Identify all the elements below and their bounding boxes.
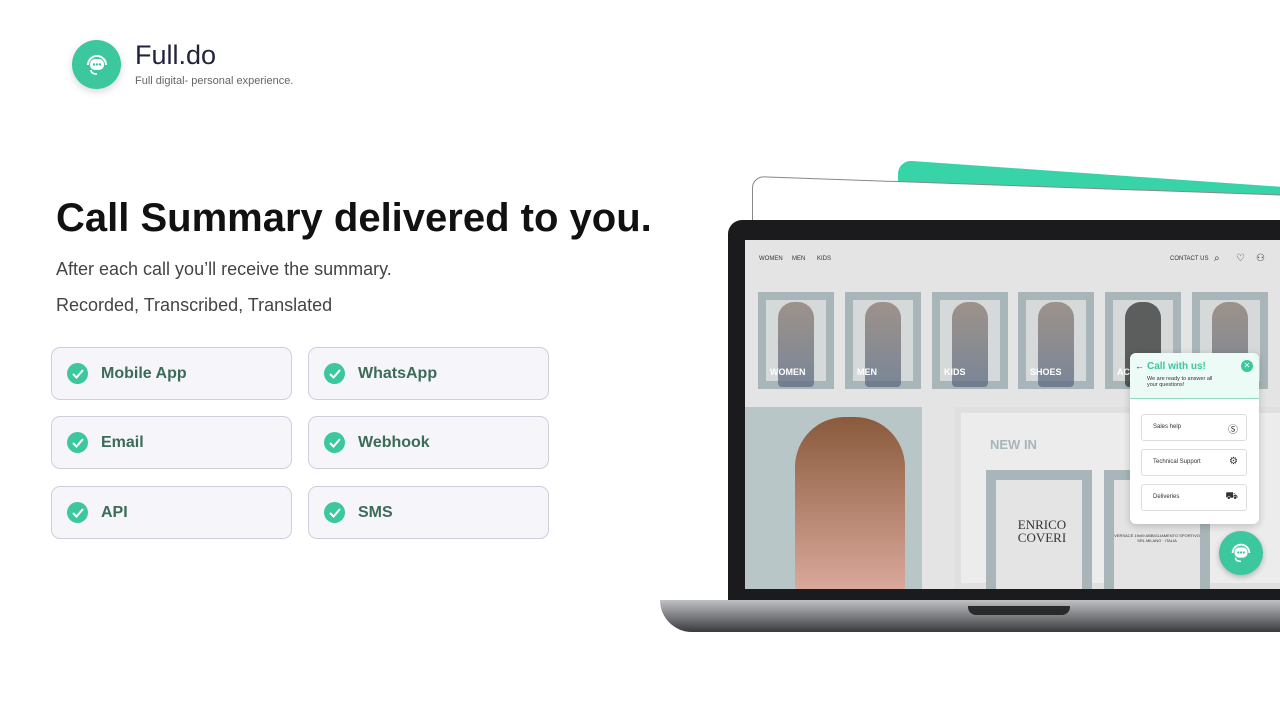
channel-mobile-app: Mobile App <box>51 347 292 400</box>
back-arrow-icon[interactable]: ← <box>1135 361 1144 371</box>
check-icon <box>67 363 88 384</box>
site-nav-kids[interactable]: KIDS <box>817 256 831 262</box>
hero-features: Recorded, Transcribed, Translated <box>56 295 333 315</box>
category-women[interactable]: WOMEN <box>758 292 834 389</box>
brand-card[interactable]: ENRICO COVERI <box>986 470 1092 589</box>
category-shoes[interactable]: SHOES <box>1018 292 1094 389</box>
dollar-icon: Ⓢ <box>1228 425 1238 436</box>
search-icon[interactable]: ⌕ <box>1214 253 1220 264</box>
widget-subtitle: We are ready to answer all your question… <box>1147 376 1213 388</box>
option-sales-help[interactable]: Sales help Ⓢ <box>1141 414 1247 441</box>
site-nav-women[interactable]: WOMEN <box>759 256 783 262</box>
check-icon <box>67 502 88 523</box>
headset-chat-icon <box>86 54 107 75</box>
channel-sms: SMS <box>308 486 549 539</box>
hero-title: Call Summary delivered to you. <box>56 196 652 240</box>
laptop-notch <box>968 606 1070 615</box>
channel-api: API <box>51 486 292 539</box>
brand-name: Full.do <box>135 40 217 70</box>
user-icon[interactable]: ⚇ <box>1256 253 1265 264</box>
check-icon <box>324 502 345 523</box>
category-men[interactable]: MEN <box>845 292 921 389</box>
hero-subtitle: After each call you’ll receive the summa… <box>56 259 392 279</box>
chat-launcher-button[interactable] <box>1219 531 1263 575</box>
site-contact[interactable]: CONTACT US <box>1170 256 1208 262</box>
truck-icon: ⛟ <box>1225 491 1238 502</box>
option-deliveries[interactable]: Deliveries ⛟ <box>1141 484 1247 511</box>
site-nav-men[interactable]: MEN <box>792 256 805 262</box>
support-icon: ⚙ <box>1229 456 1238 467</box>
logo <box>72 40 121 89</box>
check-icon <box>324 432 345 453</box>
laptop-base <box>660 600 1280 632</box>
hero-image <box>745 407 922 589</box>
category-kids[interactable]: KIDS <box>932 292 1008 389</box>
close-icon[interactable]: ✕ <box>1241 360 1253 372</box>
headset-chat-icon <box>1231 543 1251 563</box>
channel-webhook: Webhook <box>308 416 549 469</box>
check-icon <box>67 432 88 453</box>
option-technical-support[interactable]: Technical Support ⚙ <box>1141 449 1247 476</box>
call-widget: ← Call with us! ✕ We are ready to answer… <box>1130 353 1259 524</box>
brand-tagline: Full digital- personal experience. <box>135 75 294 87</box>
channel-email: Email <box>51 416 292 469</box>
new-in-heading: NEW IN <box>990 437 1037 452</box>
check-icon <box>324 363 345 384</box>
heart-icon[interactable]: ♡ <box>1236 253 1245 264</box>
channel-whatsapp: WhatsApp <box>308 347 549 400</box>
widget-title: Call with us! <box>1147 361 1206 372</box>
